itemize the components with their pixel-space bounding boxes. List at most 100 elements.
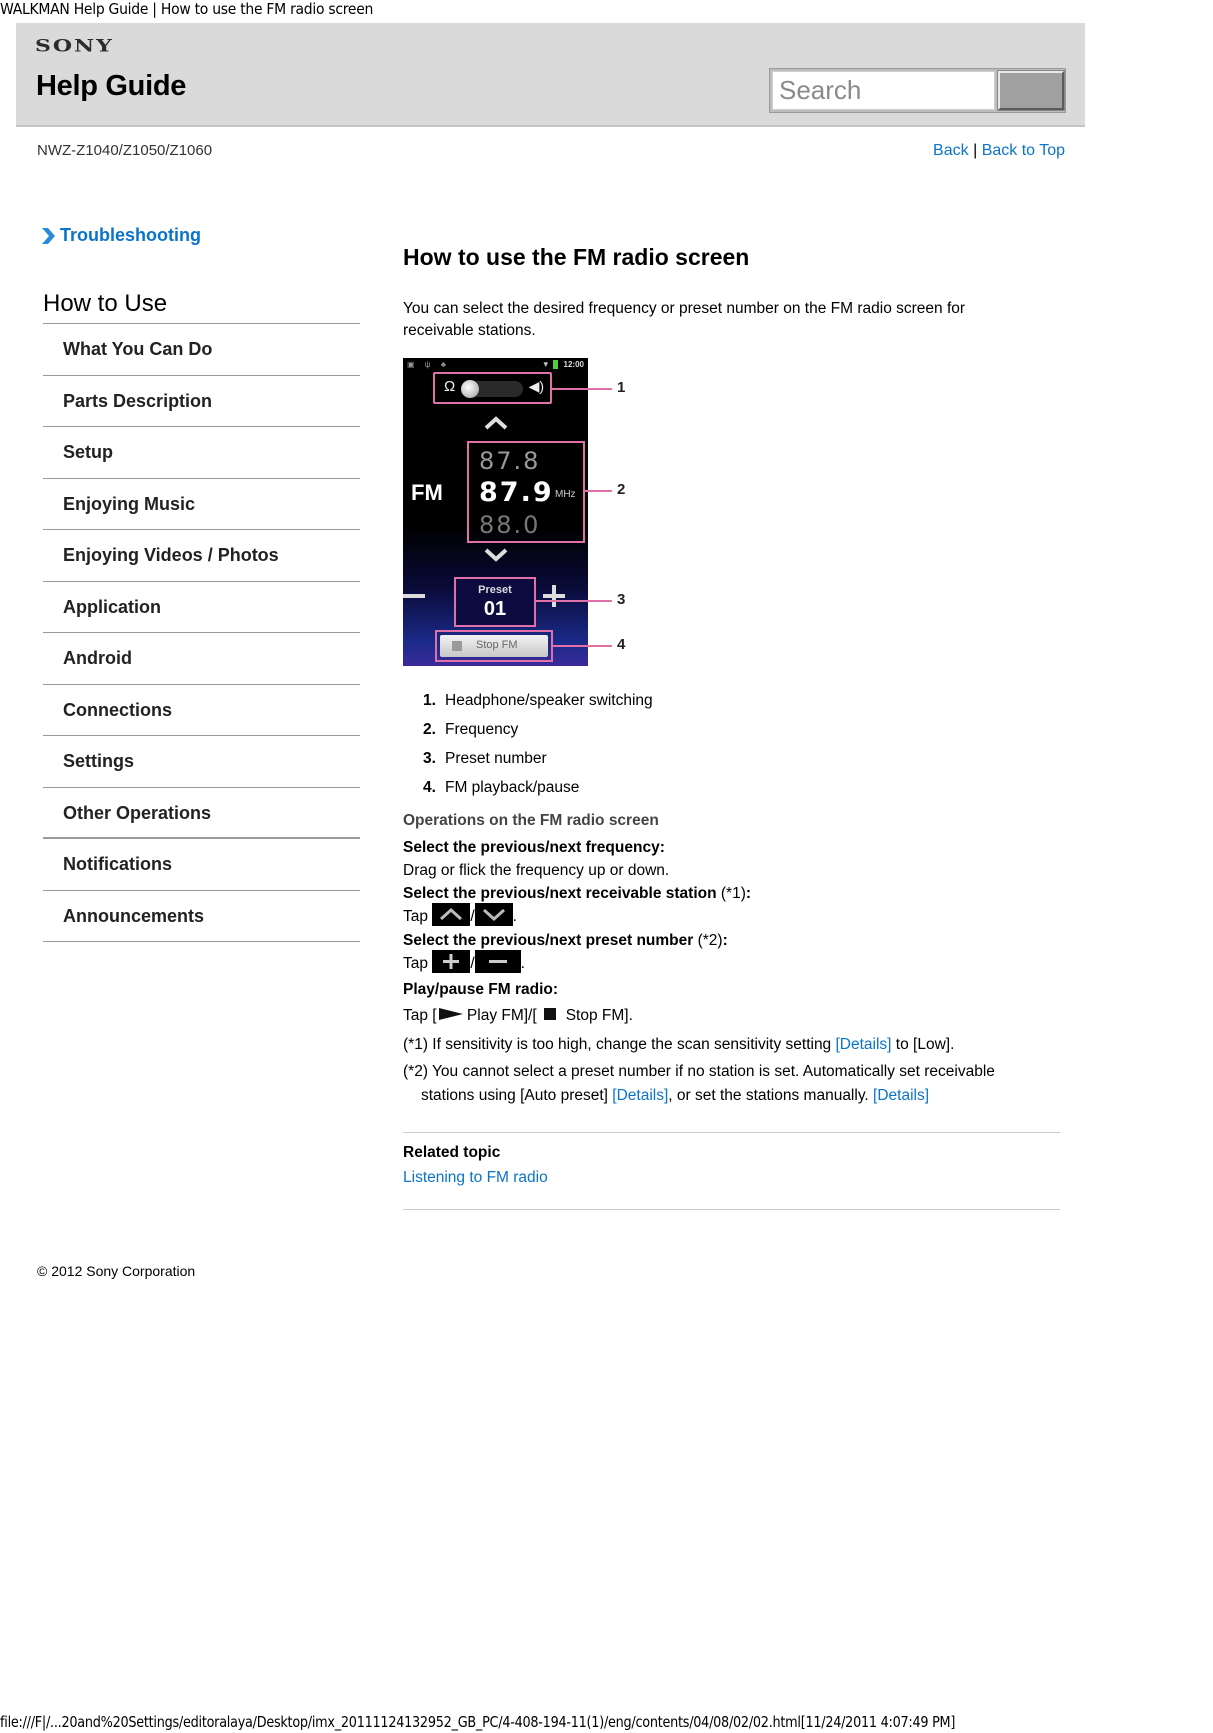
play-op-label: Play/pause FM radio: <box>403 981 559 998</box>
link-separator: | <box>973 142 978 159</box>
sidebar-item-notifications[interactable]: Notifications <box>43 839 360 891</box>
search-button[interactable] <box>997 70 1065 111</box>
band-label: FM <box>411 480 443 505</box>
status-time: 12:00 <box>563 360 584 369</box>
preset-number: 01 <box>483 598 507 620</box>
stop-fm-highlight: Stop FM <box>435 630 553 662</box>
frequency-op-label: Select the previous/next frequency: <box>403 839 665 856</box>
related-topic-heading: Related topic <box>403 1144 501 1161</box>
footnote-2: (*2) You cannot select a preset number i… <box>403 1063 995 1104</box>
callout-number-3: 3 <box>617 591 626 608</box>
minus-icon <box>403 594 425 598</box>
details-link-manual-preset[interactable]: [Details] <box>873 1087 929 1104</box>
callout-line-3 <box>536 600 612 602</box>
battery-icon <box>553 360 558 369</box>
intro-paragraph: You can select the desired frequency or … <box>403 300 966 339</box>
site-header: SONY Help Guide <box>16 23 1085 127</box>
wifi-icon: ▾ <box>543 359 548 369</box>
preset-op-text: Tap /. <box>403 950 1060 976</box>
station-op-label: Select the previous/next receivable stat… <box>403 885 717 902</box>
headphone-speaker-switch: Ω ◀) <box>433 372 552 404</box>
details-link-auto-preset[interactable]: [Details] <box>612 1087 668 1104</box>
sidebar-item-enjoying-music[interactable]: Enjoying Music <box>43 479 360 530</box>
page-title: How to use the FM radio screen <box>403 244 750 270</box>
preset-op-label: Select the previous/next preset number <box>403 932 694 949</box>
figure-legend: 1. Headphone/speaker switching 2. Frequenc… <box>423 686 1060 802</box>
play-op-text: Tap [ Play FM]/[Stop FM]. <box>403 1007 633 1024</box>
callout-number-2: 2 <box>617 481 626 498</box>
sidebar-item-application[interactable]: Application <box>43 582 360 633</box>
troubleshooting-label: Troubleshooting <box>60 225 201 245</box>
speaker-icon: ◀) <box>528 378 544 394</box>
switch-track <box>461 380 523 398</box>
stop-fm-label: Stop FM <box>476 639 518 651</box>
play-icon <box>438 1007 463 1020</box>
frequency-display: 87.8 87.9 MHz 88.0 <box>467 441 585 543</box>
footnote-1: (*1) If sensitivity is too high, change … <box>403 1036 955 1053</box>
top-nav-links: Back | Back to Top <box>933 142 1065 160</box>
sidebar-item-setup[interactable]: Setup <box>43 427 360 479</box>
chevron-up-icon <box>484 416 508 430</box>
chevron-right-icon <box>42 227 55 244</box>
copyright: © 2012 Sony Corporation <box>37 1263 196 1279</box>
phone-screenshot: ▣ ψ ♣ ▾ 12:00 Ω ◀) FM 87.8 87.9 MHz 88.0 <box>403 358 588 666</box>
callout-line-2 <box>585 490 612 492</box>
station-op-text: Tap /. <box>403 903 1060 929</box>
sidebar-item-android[interactable]: Android <box>43 633 360 685</box>
preset-display: Preset 01 <box>454 577 536 627</box>
legend-item: 3. Preset number <box>423 750 547 767</box>
fm-radio-screen-figure: ▣ ψ ♣ ▾ 12:00 Ω ◀) FM 87.8 87.9 MHz 88.0 <box>403 358 703 668</box>
callout-number-4: 4 <box>617 636 626 653</box>
main-content: How to use the FM radio screen You can s… <box>403 240 1060 1210</box>
legend-item: 1. Headphone/speaker switching <box>423 692 653 709</box>
headphone-icon: Ω <box>444 378 456 395</box>
back-to-top-link[interactable]: Back to Top <box>982 142 1065 159</box>
up-button-icon <box>432 903 471 927</box>
operations-heading: Operations on the FM radio screen <box>403 812 659 829</box>
sidebar-item-other-operations[interactable]: Other Operations <box>43 788 360 839</box>
sidebar-section-title: How to Use <box>43 290 360 324</box>
plus-icon-vertical <box>552 585 556 607</box>
down-button-icon <box>474 903 513 927</box>
callout-line-4 <box>553 645 612 647</box>
sidebar-item-what-you-can-do[interactable]: What You Can Do <box>43 324 360 376</box>
frequency-unit: MHz <box>555 489 576 500</box>
frequency-previous: 87.8 <box>479 447 541 475</box>
sidebar-item-connections[interactable]: Connections <box>43 685 360 736</box>
notification-icons: ▣ ψ ♣ <box>407 360 450 369</box>
frequency-op-text: Drag or flick the frequency up or down. <box>403 862 670 879</box>
troubleshooting-link[interactable]: Troubleshooting <box>41 225 360 246</box>
callout-number-1: 1 <box>617 379 626 396</box>
sidebar-item-enjoying-videos-photos[interactable]: Enjoying Videos / Photos <box>43 530 360 582</box>
model-number: NWZ-Z1040/Z1050/Z1060 <box>37 142 213 159</box>
preset-op-note: (*2) <box>693 932 723 949</box>
footnotes: (*1) If sensitivity is too high, change … <box>403 1033 1060 1108</box>
switch-knob <box>461 380 479 398</box>
sidebar: Troubleshooting How to Use What You Can … <box>41 225 360 942</box>
callout-line-1 <box>552 388 612 390</box>
sidebar-item-parts-description[interactable]: Parts Description <box>43 376 360 427</box>
sidebar-item-announcements[interactable]: Announcements <box>43 891 360 942</box>
legend-item: 4. FM playback/pause <box>423 779 580 796</box>
preset-label: Preset <box>478 584 512 596</box>
back-link[interactable]: Back <box>933 142 969 159</box>
frequency-next: 88.0 <box>479 511 541 539</box>
sony-logo: SONY <box>35 36 114 57</box>
minus-button-icon <box>474 950 521 974</box>
status-bar: ▣ ψ ♣ ▾ 12:00 <box>403 358 588 372</box>
legend-item: 2. Frequency <box>423 721 519 738</box>
chevron-down-icon <box>484 548 508 562</box>
stop-fm-button: Stop FM <box>440 635 548 657</box>
print-page-url: file:///F|/...20and%20Settings/editorala… <box>0 1713 956 1731</box>
sidebar-item-settings[interactable]: Settings <box>43 736 360 788</box>
related-topic-link[interactable]: Listening to FM radio <box>403 1169 548 1187</box>
details-link-sensitivity[interactable]: [Details] <box>836 1036 892 1053</box>
search-form <box>769 68 1066 113</box>
frequency-current: 87.9 <box>479 477 554 508</box>
help-guide-title: Help Guide <box>36 70 187 102</box>
search-input[interactable] <box>772 71 995 110</box>
related-topics: Related topic Listening to FM radio <box>403 1132 1060 1210</box>
stop-icon <box>543 1007 556 1020</box>
operations-section: Select the previous/next frequency: Drag… <box>403 836 1060 1027</box>
print-page-title: WALKMAN Help Guide | How to use the FM r… <box>0 0 374 18</box>
